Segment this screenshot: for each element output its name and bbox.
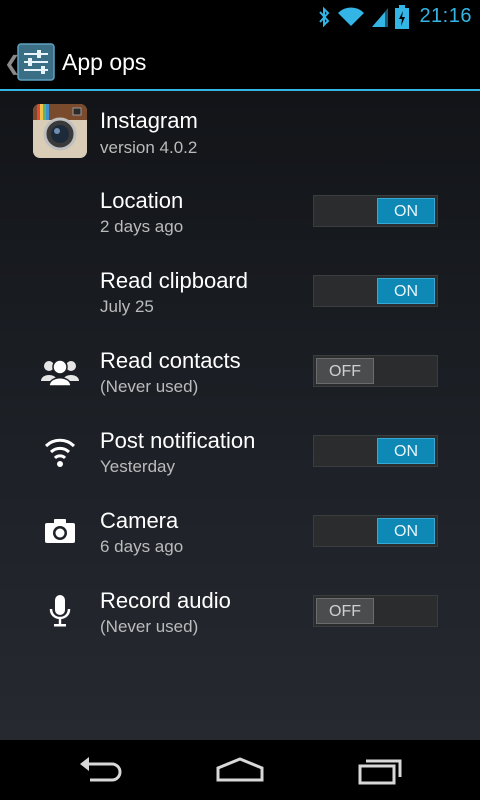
back-icon[interactable] (76, 754, 126, 786)
op-title: Camera (100, 508, 179, 533)
app-name: Instagram (100, 108, 198, 133)
app-ops-list: Instagram version 4.0.2 Location 2 days … (0, 91, 480, 740)
instagram-camera-icon (33, 104, 87, 158)
toggle-state: ON (377, 438, 435, 464)
battery-charging-icon (395, 4, 410, 29)
op-row-record-audio: Record audio (Never used) OFF (0, 571, 480, 651)
op-last-used: (Never used) (100, 377, 199, 396)
status-icons: 21:16 (317, 4, 472, 29)
toggle-state: OFF (316, 358, 374, 384)
home-icon[interactable] (215, 754, 265, 786)
op-title: Record audio (100, 588, 231, 613)
post-notification-toggle[interactable]: ON (313, 435, 438, 467)
op-title: Read contacts (100, 348, 241, 373)
toggle-state: ON (377, 518, 435, 544)
action-bar: ❮ App ops (0, 33, 480, 91)
status-bar: 21:16 (0, 0, 480, 33)
op-title: Location (100, 188, 184, 213)
op-last-used: (Never used) (100, 617, 199, 636)
toggle-state: ON (377, 198, 435, 224)
op-title: Post notification (100, 428, 256, 453)
toggle-state: OFF (316, 598, 374, 624)
wifi-icon (338, 6, 365, 26)
wireless-icon (40, 431, 80, 471)
toggle-state: ON (377, 278, 435, 304)
status-time: 21:16 (419, 5, 472, 27)
op-title: Read clipboard (100, 268, 248, 293)
record-audio-toggle[interactable]: OFF (313, 595, 438, 627)
camera-toggle[interactable]: ON (313, 515, 438, 547)
op-row-read-contacts: Read contacts (Never used) OFF (0, 331, 480, 411)
contacts-icon (40, 351, 80, 391)
op-last-used: 6 days ago (100, 537, 184, 556)
app-version: version 4.0.2 (100, 138, 198, 157)
read-contacts-toggle[interactable]: OFF (313, 355, 438, 387)
location-toggle[interactable]: ON (313, 195, 438, 227)
microphone-icon (40, 591, 80, 631)
op-row-location: Location 2 days ago ON (0, 171, 480, 251)
bluetooth-icon (319, 6, 330, 27)
settings-sliders-icon[interactable] (17, 43, 55, 81)
op-row-camera: Camera 6 days ago ON (0, 491, 480, 571)
op-last-used: Yesterday (100, 457, 175, 476)
navigation-bar (0, 740, 480, 800)
op-row-read-clipboard: Read clipboard July 25 ON (0, 251, 480, 331)
cell-signal-icon (372, 7, 389, 27)
op-row-post-notification: Post notification Yesterday ON (0, 411, 480, 491)
op-last-used: July 25 (100, 297, 154, 316)
op-last-used: 2 days ago (100, 217, 184, 236)
read-clipboard-toggle[interactable]: ON (313, 275, 438, 307)
app-header: Instagram version 4.0.2 (0, 91, 480, 171)
recent-apps-icon[interactable] (356, 754, 406, 786)
camera-icon (40, 511, 80, 551)
page-title: App ops (62, 49, 147, 75)
